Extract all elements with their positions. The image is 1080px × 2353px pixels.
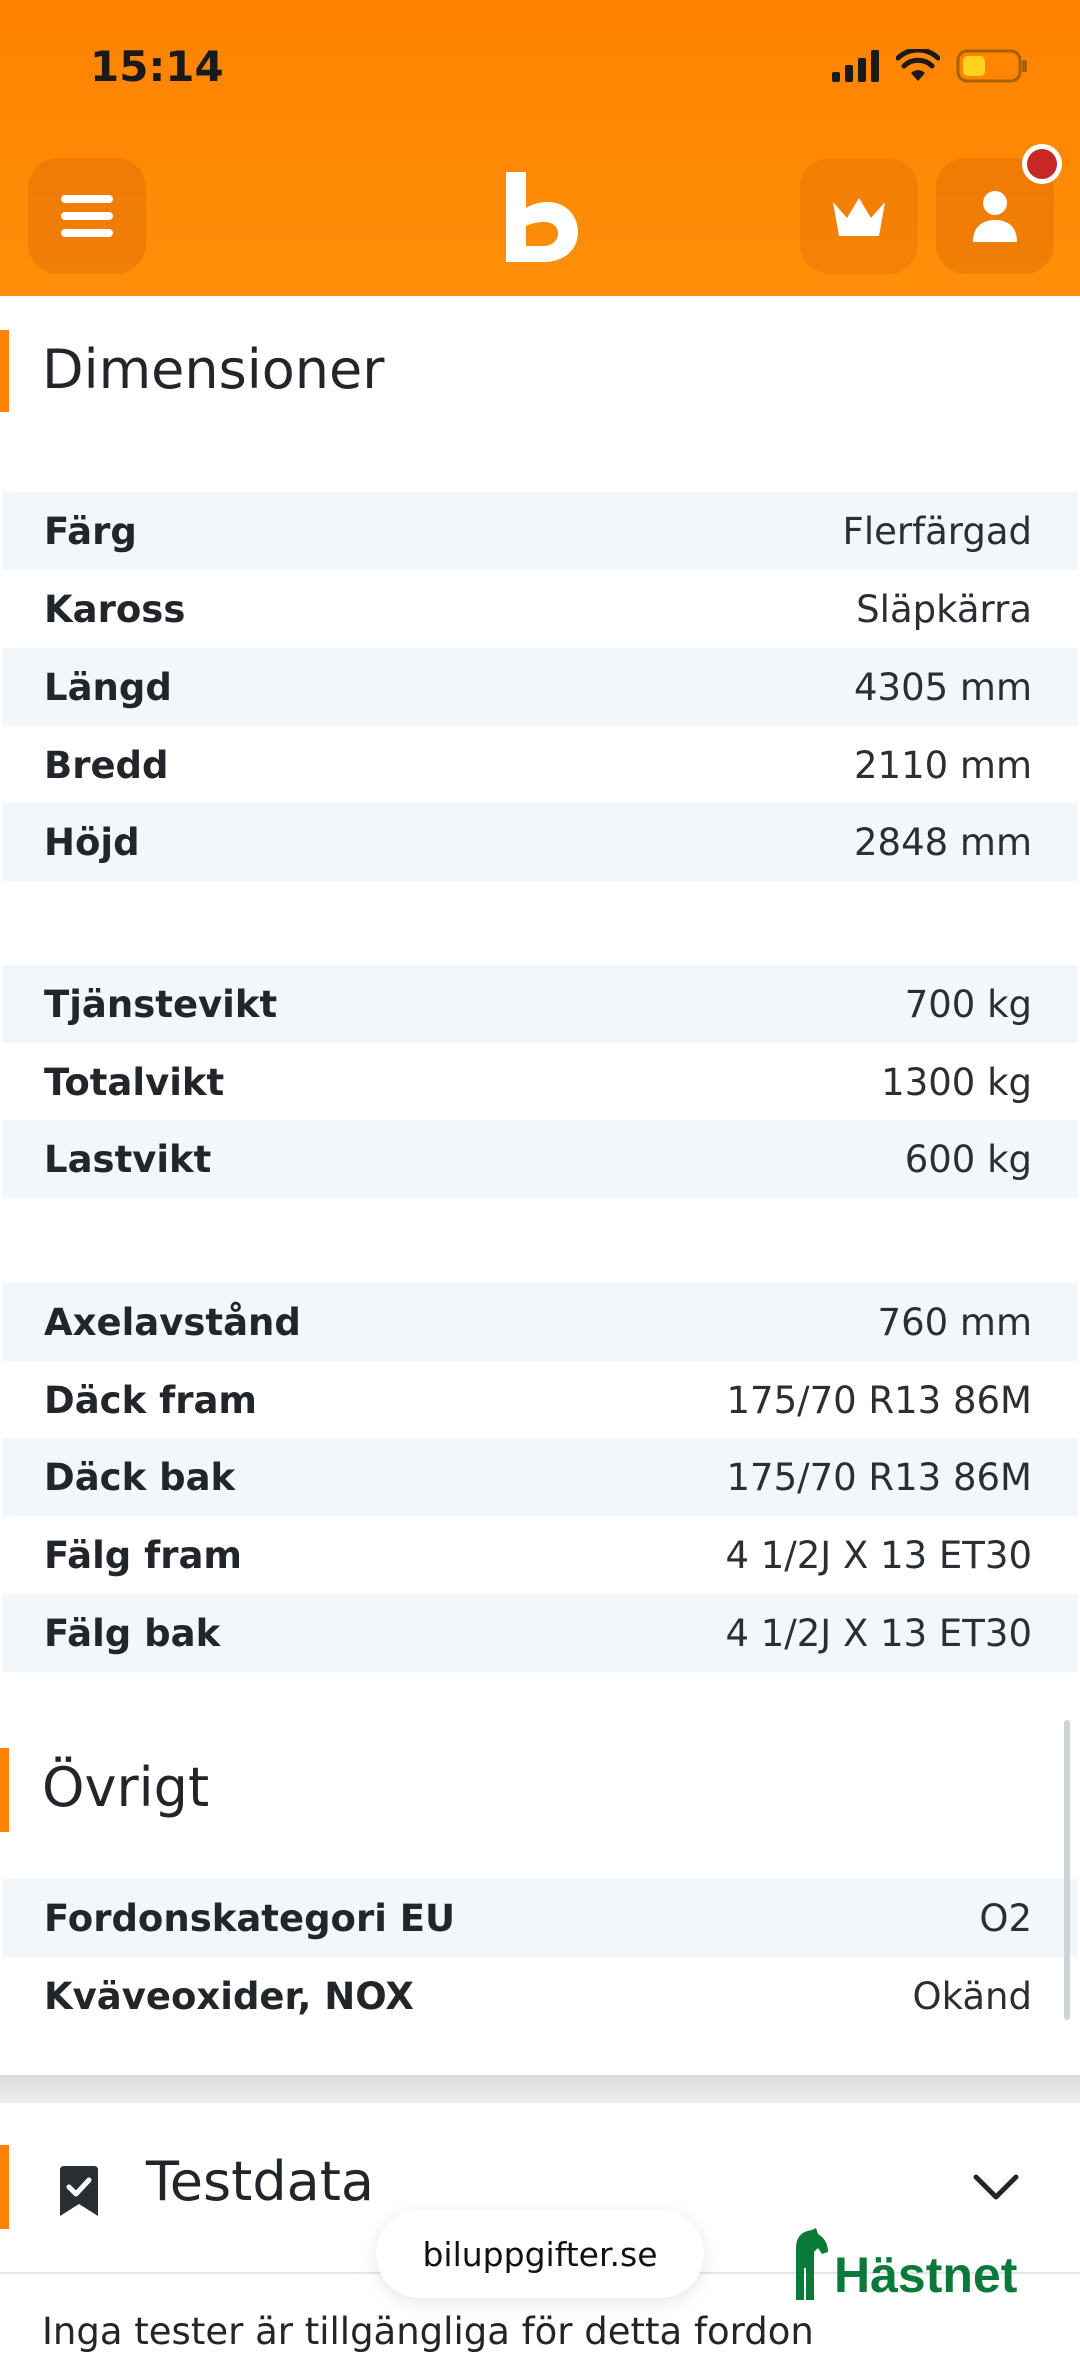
row-value: 600 kg xyxy=(904,1137,1032,1181)
table-row: Däck bak 175/70 R13 86M xyxy=(2,1438,1078,1516)
home-logo[interactable] xyxy=(500,168,580,269)
row-label: Bredd xyxy=(44,743,169,787)
table-row: Bredd 2110 mm xyxy=(2,726,1078,804)
table-row: Färg Flerfärgad xyxy=(2,492,1078,570)
row-label: Höjd xyxy=(44,820,140,864)
row-label: Tjänstevikt xyxy=(44,982,278,1026)
bookmark-check-icon xyxy=(60,2166,98,2216)
battery-icon xyxy=(956,49,1027,83)
hamburger-icon xyxy=(61,195,113,237)
row-label: Däck fram xyxy=(44,1378,257,1422)
section-accent xyxy=(0,330,9,412)
row-label: Fälg bak xyxy=(44,1611,221,1655)
testdata-icon xyxy=(58,2166,100,2221)
b-logo-icon xyxy=(506,172,578,262)
horse-icon xyxy=(796,2228,828,2300)
notification-dot xyxy=(1022,144,1062,184)
brand-name: Hästnet xyxy=(834,2247,1018,2303)
chevron-down-icon xyxy=(973,2174,1019,2200)
row-value: 2110 mm xyxy=(853,743,1032,787)
row-value: 2848 mm xyxy=(853,820,1032,864)
status-time: 15:14 xyxy=(90,42,224,91)
row-value: 1300 kg xyxy=(881,1060,1032,1104)
app-header: 15:14 xyxy=(0,0,1080,296)
row-label: Kaross xyxy=(44,587,186,631)
testdata-text: Inga tester är tillgängliga för detta fo… xyxy=(42,2310,814,2353)
table-row: Fälg fram 4 1/2J X 13 ET30 xyxy=(2,1516,1078,1594)
row-label: Kväveoxider, NOX xyxy=(44,1974,414,2018)
row-label: Axelavstånd xyxy=(44,1300,301,1344)
row-label: Färg xyxy=(44,509,137,553)
row-value: 700 kg xyxy=(904,982,1032,1026)
row-label: Totalvikt xyxy=(44,1060,225,1104)
testdata-toggle[interactable] xyxy=(972,2172,1020,2207)
table-row: Fälg bak 4 1/2J X 13 ET30 xyxy=(2,1594,1078,1672)
table-row: Tjänstevikt 700 kg xyxy=(2,965,1078,1043)
row-value: Släpkärra xyxy=(856,587,1032,631)
row-label: Längd xyxy=(44,665,172,709)
wifi-icon xyxy=(896,49,940,81)
row-value: O2 xyxy=(979,1896,1032,1940)
row-label: Lastvikt xyxy=(44,1137,212,1181)
url-bar[interactable]: biluppgifter.se xyxy=(376,2210,704,2298)
row-value: 175/70 R13 86M xyxy=(726,1378,1033,1422)
section-title-ovrigt: Övrigt xyxy=(42,1756,210,1819)
section-title-testdata[interactable]: Testdata xyxy=(146,2150,374,2213)
table-row: Höjd 2848 mm xyxy=(2,803,1078,881)
premium-button[interactable] xyxy=(800,158,918,274)
row-label: Däck bak xyxy=(44,1455,236,1499)
row-value: 4 1/2J X 13 ET30 xyxy=(725,1611,1032,1655)
row-value: 175/70 R13 86M xyxy=(726,1455,1033,1499)
section-accent xyxy=(0,1748,9,1832)
row-value: 4 1/2J X 13 ET30 xyxy=(725,1533,1032,1577)
scrollbar[interactable] xyxy=(1064,1720,1070,2020)
row-value: 4305 mm xyxy=(853,665,1032,709)
table-row: Kaross Släpkärra xyxy=(2,570,1078,648)
table-row: Kväveoxider, NOX Okänd xyxy=(2,1957,1078,2035)
table-row: Axelavstånd 760 mm xyxy=(2,1283,1078,1361)
section-title-dimensioner: Dimensioner xyxy=(42,338,385,401)
user-icon xyxy=(973,191,1017,242)
row-value: Flerfärgad xyxy=(842,509,1032,553)
row-value: Okänd xyxy=(912,1974,1032,2018)
crown-icon xyxy=(833,198,885,236)
account-button[interactable] xyxy=(936,144,1062,274)
menu-button[interactable] xyxy=(28,158,146,274)
status-icons xyxy=(832,46,1028,86)
table-row: Totalvikt 1300 kg xyxy=(2,1043,1078,1121)
table-row: Fordonskategori EU O2 xyxy=(2,1879,1078,1957)
section-divider xyxy=(0,2075,1080,2103)
row-value: 760 mm xyxy=(877,1300,1032,1344)
table-row: Längd 4305 mm xyxy=(2,648,1078,726)
signal-icon xyxy=(832,50,879,82)
table-row: Däck fram 175/70 R13 86M xyxy=(2,1361,1078,1439)
brand-logo[interactable]: Hästnet xyxy=(790,2220,1017,2300)
row-label: Fordonskategori EU xyxy=(44,1896,456,1940)
section-accent xyxy=(0,2145,9,2229)
table-row: Lastvikt 600 kg xyxy=(2,1120,1078,1198)
row-label: Fälg fram xyxy=(44,1533,242,1577)
